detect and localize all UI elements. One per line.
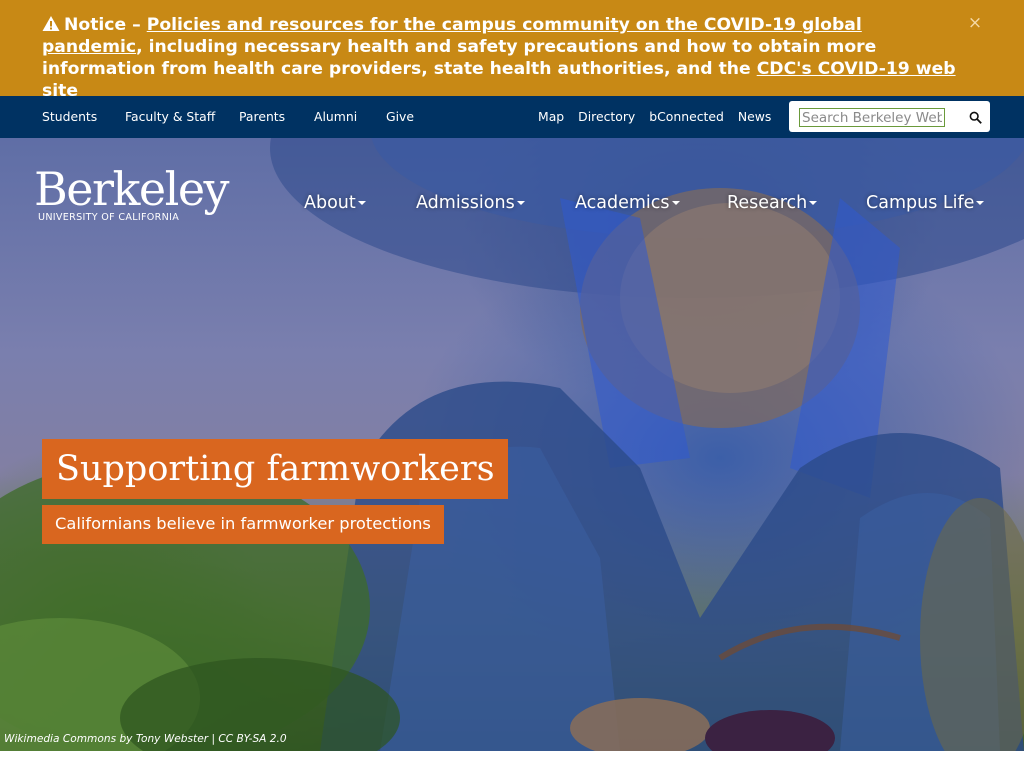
utility-link-news[interactable]: News [738,109,771,124]
covid-notice-banner: Notice – Policies and resources for the … [0,0,1024,101]
nav-research[interactable]: Research [727,191,818,215]
search-input[interactable] [799,108,945,127]
notice-body-text: , including necessary health and safety … [42,37,877,79]
audience-link-parents[interactable]: Parents [239,109,285,124]
chevron-down-icon [671,201,680,205]
nav-admissions-label: Admissions [416,193,515,213]
utility-link-directory[interactable]: Directory [578,109,635,124]
hero-subtitle-link[interactable]: Californians believe in farmworker prote… [42,505,444,544]
hero-title-link[interactable]: Supporting farmworkers [42,439,508,499]
nav-academics[interactable]: Academics [575,191,680,215]
nav-about[interactable]: About [304,191,366,215]
chevron-down-icon [516,201,525,205]
search-box [789,101,990,132]
chevron-down-icon [976,201,985,205]
utility-links: Map Directory bConnected News [538,109,785,124]
photo-credit-link[interactable]: Wikimedia Commons by Tony Webster | CC B… [4,733,287,745]
nav-academics-label: Academics [575,193,670,213]
audience-link-give[interactable]: Give [386,109,414,124]
chevron-down-icon [809,201,818,205]
nav-research-label: Research [727,193,808,213]
nav-campus-life-label: Campus Life [866,193,975,213]
utility-link-map[interactable]: Map [538,109,564,124]
notice-lead: Notice – [64,15,141,35]
notice-close-button[interactable]: × [966,14,984,32]
search-icon[interactable] [969,111,982,124]
logo-subtitle[interactable]: UNIVERSITY OF CALIFORNIA [38,212,179,223]
chevron-down-icon [357,201,366,205]
warning-icon [42,16,60,31]
nav-about-label: About [304,193,356,213]
audience-link-students[interactable]: Students [42,109,97,124]
nav-campus-life[interactable]: Campus Life [866,191,985,215]
nav-admissions[interactable]: Admissions [416,191,525,215]
audience-link-faculty-staff[interactable]: Faculty & Staff [125,109,215,124]
audience-link-alumni[interactable]: Alumni [314,109,357,124]
utility-link-bconnected[interactable]: bConnected [649,109,724,124]
